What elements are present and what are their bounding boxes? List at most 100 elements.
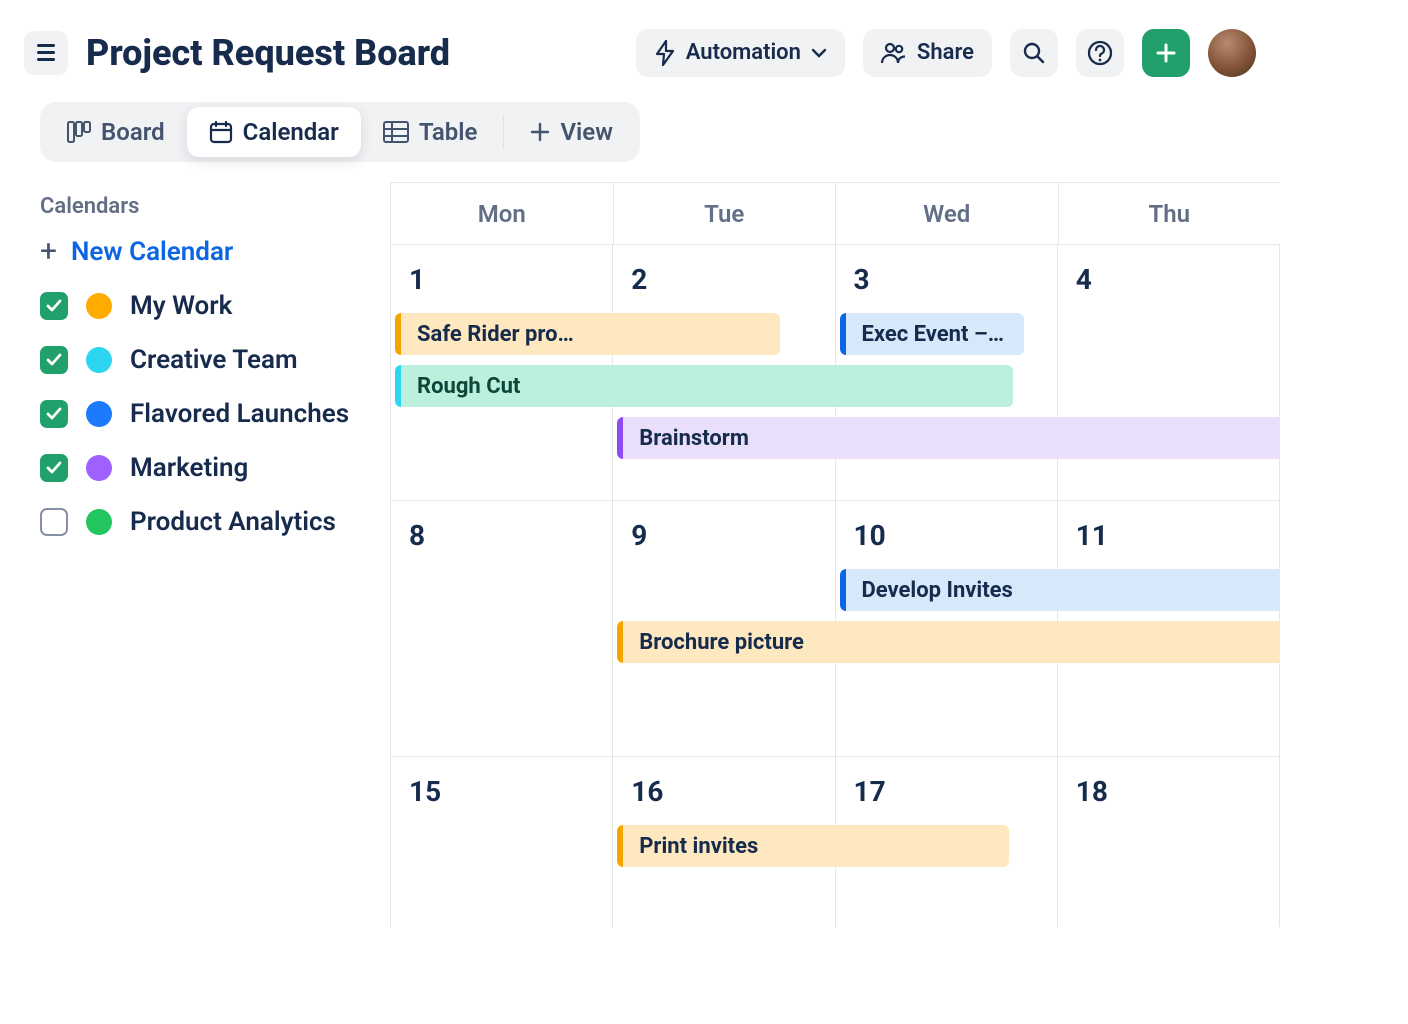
help-button[interactable] bbox=[1076, 29, 1124, 77]
day-column-header: Tue bbox=[614, 183, 837, 244]
day-cell[interactable]: 15 bbox=[391, 757, 613, 927]
event-label: Print invites bbox=[631, 834, 758, 859]
calendar-color-dot bbox=[86, 455, 112, 481]
day-column-header: Mon bbox=[391, 183, 614, 244]
search-icon bbox=[1022, 41, 1046, 65]
day-number: 16 bbox=[613, 775, 834, 808]
calendar-checkbox[interactable] bbox=[40, 346, 68, 374]
automation-label: Automation bbox=[686, 40, 801, 65]
calendar-checkbox[interactable] bbox=[40, 400, 68, 428]
event-label: Rough Cut bbox=[409, 374, 520, 399]
event-color-stripe bbox=[840, 313, 846, 355]
event-bar[interactable]: Brainstorm bbox=[617, 417, 1280, 459]
event-bar[interactable]: Exec Event –… bbox=[840, 313, 1025, 355]
tab-view-label: View bbox=[560, 118, 612, 146]
day-number: 4 bbox=[1058, 263, 1279, 296]
calendar-color-dot bbox=[86, 509, 112, 535]
day-column-header: Thu bbox=[1059, 183, 1281, 244]
tab-calendar-label: Calendar bbox=[243, 118, 339, 146]
page-title: Project Request Board bbox=[86, 32, 450, 74]
calendar-grid: MonTueWedThu 1234Safe Rider pro…Exec Eve… bbox=[390, 182, 1280, 927]
calendar-item[interactable]: My Work bbox=[40, 291, 390, 321]
event-color-stripe bbox=[617, 417, 623, 459]
event-label: Brochure picture bbox=[631, 630, 804, 655]
week-row: 15161718 Print invites bbox=[391, 757, 1280, 927]
event-bar[interactable]: Brochure picture bbox=[617, 621, 1280, 663]
calendar-checkbox[interactable] bbox=[40, 292, 68, 320]
tab-add-view[interactable]: View bbox=[508, 107, 634, 157]
tab-calendar[interactable]: Calendar bbox=[187, 107, 361, 157]
week-row: 891011Develop InvitesBrochure picture bbox=[391, 501, 1280, 757]
check-icon bbox=[46, 299, 62, 313]
add-button[interactable] bbox=[1142, 29, 1190, 77]
event-color-stripe bbox=[395, 313, 401, 355]
day-cell[interactable]: 18 bbox=[1058, 757, 1280, 927]
menu-button[interactable] bbox=[24, 31, 68, 75]
check-icon bbox=[46, 407, 62, 421]
day-number: 11 bbox=[1058, 519, 1279, 552]
search-button[interactable] bbox=[1010, 29, 1058, 77]
calendar-item-label: Product Analytics bbox=[130, 507, 336, 537]
board-icon bbox=[67, 121, 91, 143]
new-calendar-button[interactable]: + New Calendar bbox=[40, 237, 390, 267]
people-icon bbox=[881, 42, 907, 64]
event-label: Safe Rider pro… bbox=[409, 322, 574, 347]
new-calendar-label: New Calendar bbox=[71, 237, 233, 267]
header: Project Request Board Automation Share bbox=[0, 0, 1280, 80]
day-number: 2 bbox=[613, 263, 834, 296]
calendar-checkbox[interactable] bbox=[40, 508, 68, 536]
calendar-item[interactable]: Product Analytics bbox=[40, 507, 390, 537]
calendar-item-label: Flavored Launches bbox=[130, 399, 349, 429]
tab-table[interactable]: Table bbox=[361, 107, 500, 157]
week-row: 1234Safe Rider pro…Exec Event –…Rough Cu… bbox=[391, 245, 1280, 501]
sidebar-heading: Calendars bbox=[40, 194, 390, 219]
event-color-stripe bbox=[395, 365, 401, 407]
calendar-color-dot bbox=[86, 293, 112, 319]
app-root: Project Request Board Automation Share B… bbox=[0, 0, 1280, 927]
calendar-icon bbox=[209, 120, 233, 144]
calendar-item-label: Creative Team bbox=[130, 345, 298, 375]
share-button[interactable]: Share bbox=[863, 29, 992, 77]
event-color-stripe bbox=[840, 569, 846, 611]
event-bar[interactable]: Rough Cut bbox=[395, 365, 1013, 407]
event-bar[interactable]: Print invites bbox=[617, 825, 1009, 867]
day-number: 17 bbox=[836, 775, 1057, 808]
hamburger-icon bbox=[37, 44, 55, 61]
automation-button[interactable]: Automation bbox=[636, 29, 845, 77]
calendar-item[interactable]: Flavored Launches bbox=[40, 399, 390, 429]
view-tabs: Board Calendar Table View bbox=[40, 102, 640, 162]
tab-board-label: Board bbox=[101, 118, 165, 146]
calendar-checkbox[interactable] bbox=[40, 454, 68, 482]
day-number: 15 bbox=[391, 775, 612, 808]
calendar-item[interactable]: Marketing bbox=[40, 453, 390, 483]
event-bar[interactable]: Develop Invites bbox=[840, 569, 1281, 611]
day-number: 9 bbox=[613, 519, 834, 552]
help-icon bbox=[1087, 40, 1113, 66]
event-color-stripe bbox=[617, 621, 623, 663]
share-label: Share bbox=[917, 40, 974, 65]
tab-separator bbox=[503, 115, 504, 149]
day-column-header: Wed bbox=[836, 183, 1059, 244]
table-icon bbox=[383, 121, 409, 143]
day-cell[interactable]: 4 bbox=[1058, 245, 1280, 500]
chevron-down-icon bbox=[811, 48, 827, 58]
event-label: Brainstorm bbox=[631, 426, 749, 451]
calendar-color-dot bbox=[86, 347, 112, 373]
tab-table-label: Table bbox=[419, 118, 478, 146]
plus-icon bbox=[1155, 42, 1177, 64]
main: Calendars + New Calendar My Work Creative… bbox=[0, 182, 1280, 927]
event-bar[interactable]: Safe Rider pro… bbox=[395, 313, 780, 355]
day-number: 18 bbox=[1058, 775, 1279, 808]
avatar[interactable] bbox=[1208, 29, 1256, 77]
plus-icon: + bbox=[40, 237, 57, 267]
day-header-row: MonTueWedThu bbox=[391, 183, 1280, 245]
check-icon bbox=[46, 353, 62, 367]
calendar-item-label: My Work bbox=[130, 291, 232, 321]
calendar-list: My Work Creative Team Flavored Launches Mar… bbox=[40, 291, 390, 537]
calendar-item[interactable]: Creative Team bbox=[40, 345, 390, 375]
tab-board[interactable]: Board bbox=[45, 107, 187, 157]
day-number: 8 bbox=[391, 519, 612, 552]
calendar-item-label: Marketing bbox=[130, 453, 248, 483]
day-cell[interactable]: 8 bbox=[391, 501, 613, 756]
calendar-weeks: 1234Safe Rider pro…Exec Event –…Rough Cu… bbox=[391, 245, 1280, 927]
